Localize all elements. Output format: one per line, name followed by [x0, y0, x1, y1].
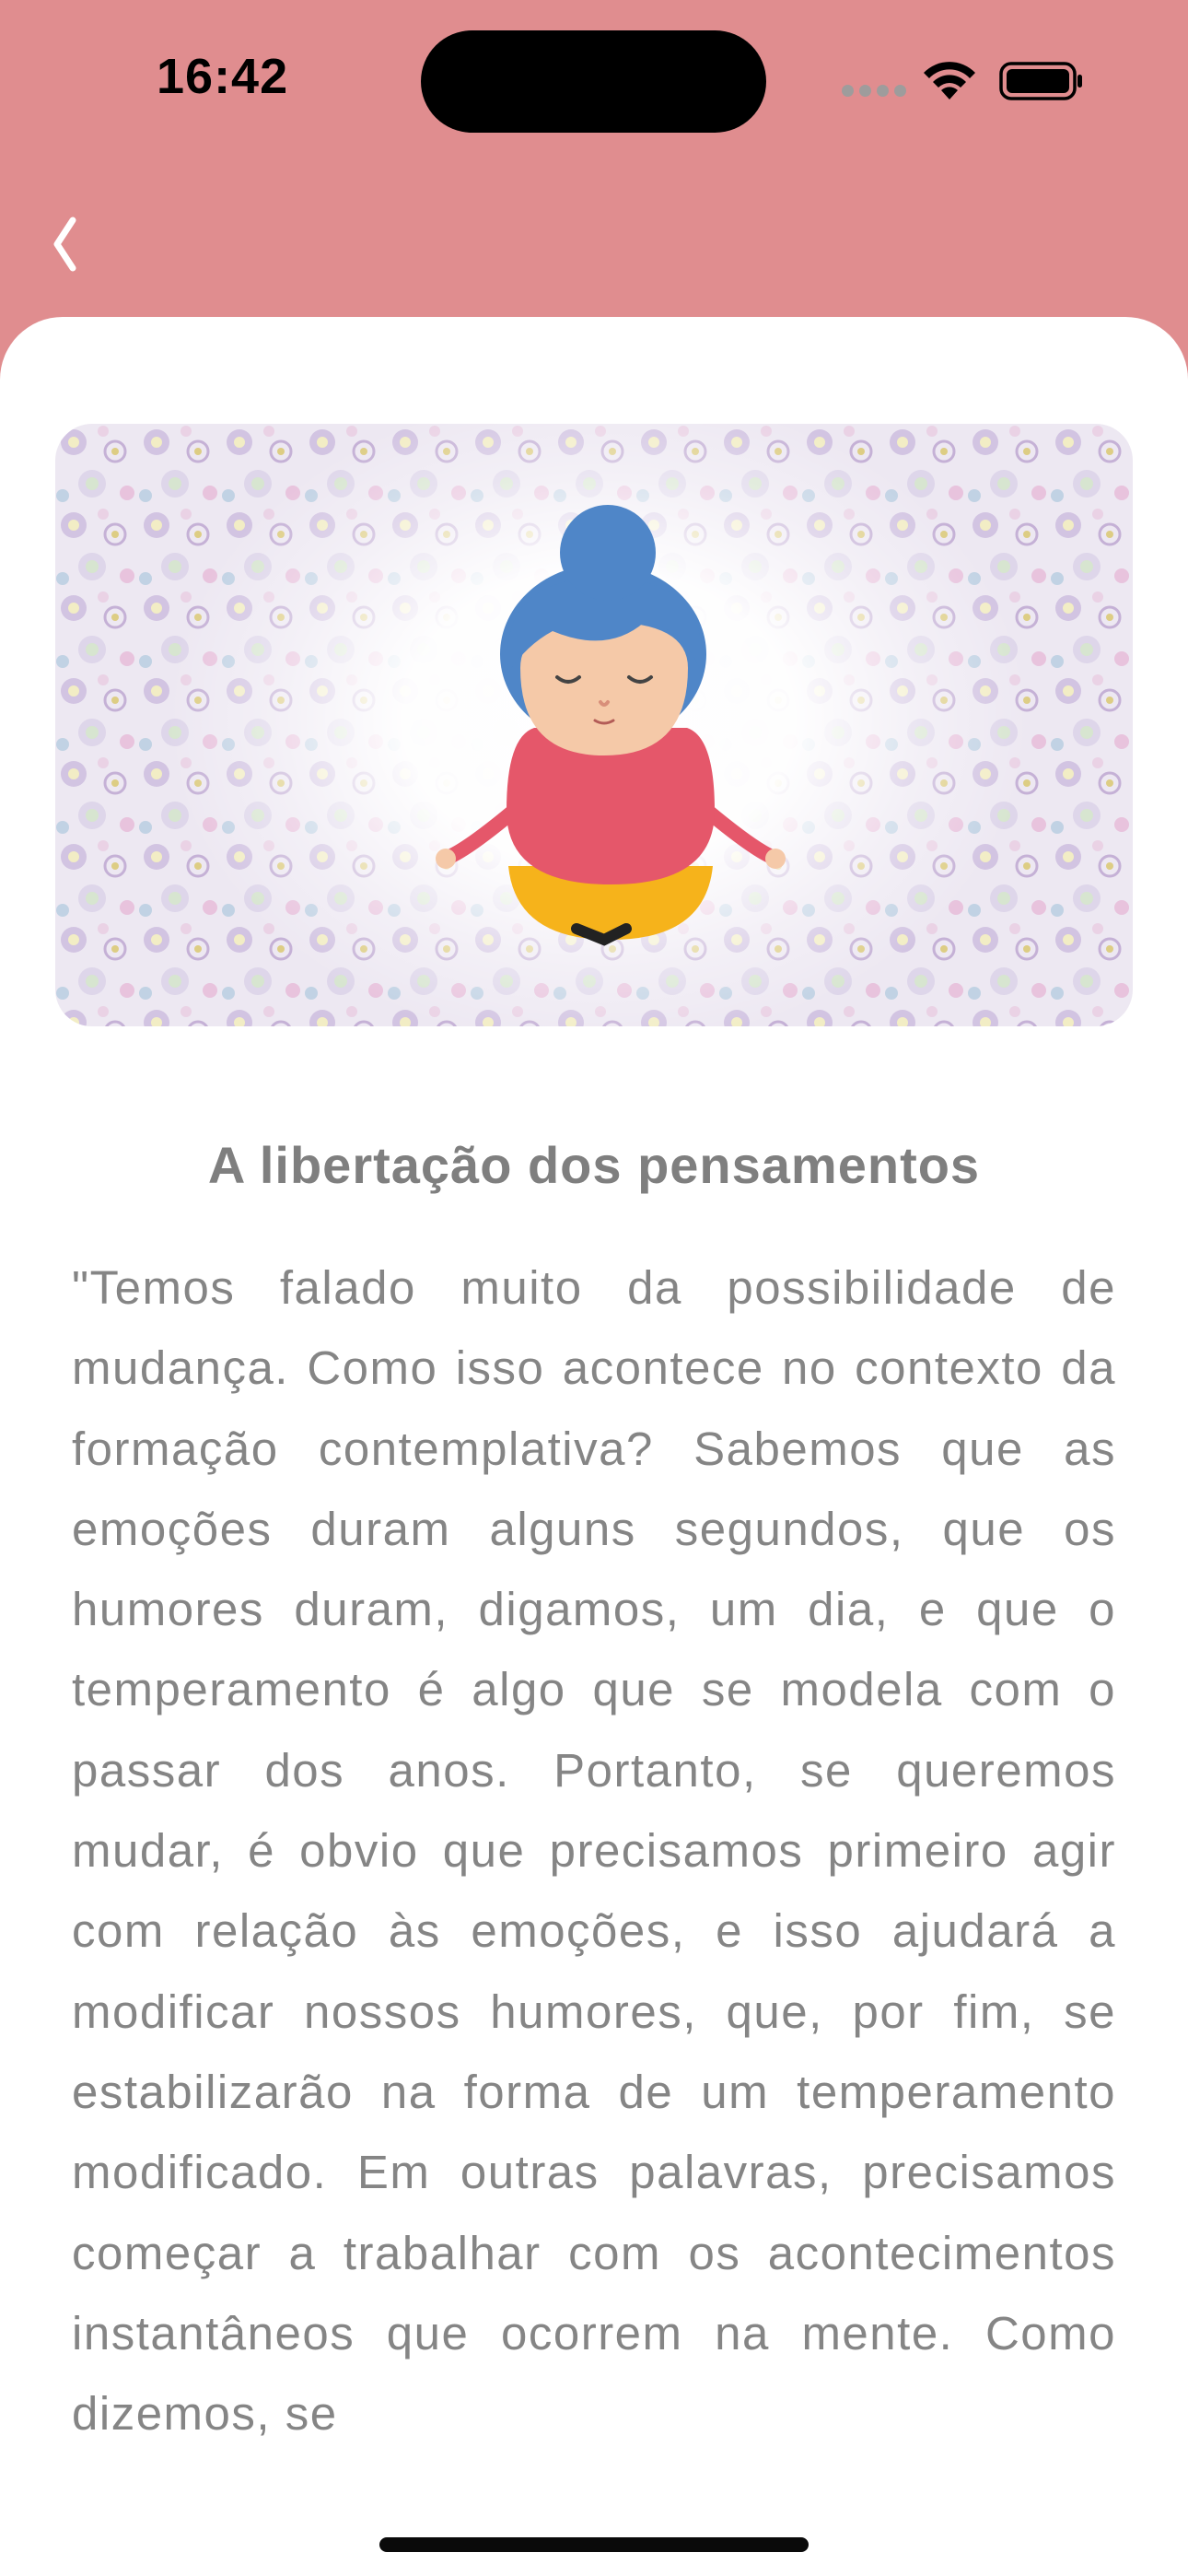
battery-icon: [999, 62, 1082, 100]
status-time: 16:42: [157, 49, 289, 104]
status-bar: 16:42: [0, 0, 1188, 157]
content-sheet: A libertação dos pensamentos "Temos fala…: [0, 317, 1188, 2576]
dynamic-island: [421, 30, 766, 133]
chevron-left-icon: [53, 217, 76, 272]
meditating-woman-illustration: [55, 424, 1133, 1026]
back-button[interactable]: [28, 203, 111, 286]
article-body: "Temos falado muito da possibilidade de …: [72, 1261, 1116, 2441]
cellular-signal-icon: [842, 85, 906, 100]
article-title: A libertação dos pensamentos: [207, 1136, 981, 1194]
navigation-bar: [0, 175, 1188, 313]
home-indicator[interactable]: [379, 2537, 809, 2552]
article-image: [55, 424, 1133, 1026]
wifi-icon: [924, 62, 975, 100]
